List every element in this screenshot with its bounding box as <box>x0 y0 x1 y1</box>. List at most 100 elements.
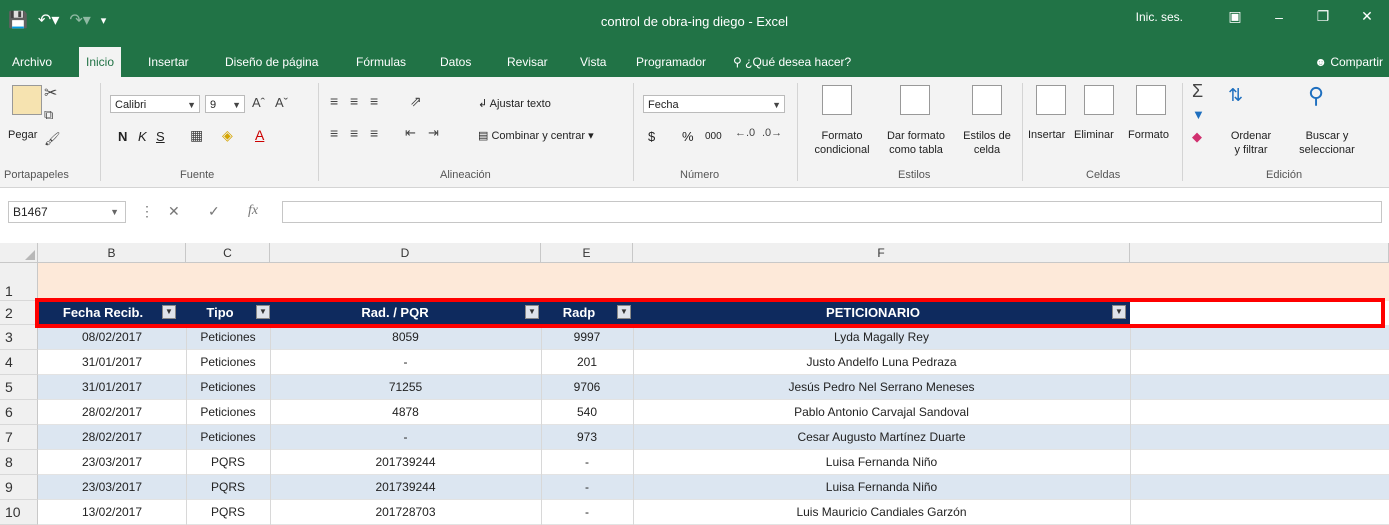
close-icon[interactable]: ✕ <box>1345 8 1389 25</box>
cancel-icon[interactable]: ✕ <box>168 203 180 220</box>
conditional-format-button[interactable]: Formato condicional <box>810 129 874 157</box>
increase-indent-icon[interactable]: ⇥ <box>428 125 439 141</box>
paste-icon[interactable] <box>12 85 42 115</box>
orientation-icon[interactable]: ⇗ <box>410 93 422 110</box>
tell-me-search[interactable]: ⚲ ¿Qué desea hacer? <box>733 47 851 77</box>
row-header[interactable]: 4 <box>0 350 38 375</box>
table-cell[interactable]: 4878 <box>270 400 541 425</box>
wrap-text-button[interactable]: ↲ Ajustar texto <box>478 97 551 110</box>
sign-in-link[interactable]: Inic. ses. <box>1136 10 1183 24</box>
tab-archivo[interactable]: Archivo <box>12 47 52 77</box>
tab-revisar[interactable]: Revisar <box>507 47 548 77</box>
table-cell[interactable]: Luisa Fernanda Niño <box>633 450 1130 475</box>
table-cell[interactable]: 31/01/2017 <box>38 375 186 400</box>
table-cell[interactable]: 08/02/2017 <box>38 325 186 350</box>
table-cell[interactable]: Peticiones <box>186 325 270 350</box>
sort-filter-icon[interactable]: ⇅ <box>1228 85 1243 106</box>
name-box[interactable]: B1467 ▼ <box>8 201 126 223</box>
currency-button[interactable]: $ <box>648 129 655 144</box>
table-cell[interactable]: 71255 <box>270 375 541 400</box>
paste-button[interactable]: Pegar <box>8 129 37 141</box>
borders-icon[interactable]: ▦ <box>190 127 203 144</box>
table-cell[interactable]: 201739244 <box>270 475 541 500</box>
find-icon[interactable]: ⚲ <box>1308 83 1324 109</box>
table-row[interactable]: 23/03/2017 PQRS 201739244- Luisa Fernanda N… <box>38 475 1389 500</box>
table-row[interactable]: 28/02/2017 Peticiones -973 Cesar Augusto Ma… <box>38 425 1389 450</box>
table-cell[interactable]: Peticiones <box>186 375 270 400</box>
table-cell[interactable]: 9997 <box>541 325 633 350</box>
format-cells-icon[interactable] <box>1136 85 1166 115</box>
table-row[interactable]: 31/01/2017 Peticiones -201 Justo Andelfo Lu… <box>38 350 1389 375</box>
row-header[interactable]: 5 <box>0 375 38 400</box>
table-cell[interactable]: Luisa Fernanda Niño <box>633 475 1130 500</box>
ribbon-display-icon[interactable]: ▣ <box>1213 8 1257 25</box>
table-cell[interactable]: 31/01/2017 <box>38 350 186 375</box>
cell-styles-icon[interactable] <box>972 85 1002 115</box>
shrink-font-icon[interactable]: Aˇ <box>275 95 288 110</box>
minimize-icon[interactable]: – <box>1257 9 1301 25</box>
table-cell[interactable]: 28/02/2017 <box>38 425 186 450</box>
tab-inicio[interactable]: Inicio <box>79 47 122 78</box>
table-cell[interactable]: Pablo Antonio Carvajal Sandoval <box>633 400 1130 425</box>
column-header-b[interactable]: B <box>38 243 186 263</box>
tab-vista[interactable]: Vista <box>580 47 606 77</box>
table-row[interactable]: 08/02/2017 Peticiones 8059 9997 Lyda Magally… <box>38 325 1389 350</box>
column-header-e[interactable]: E <box>541 243 633 263</box>
enter-icon[interactable]: ✓ <box>208 203 220 220</box>
row-header[interactable]: 3 <box>0 325 38 350</box>
tab-formulas[interactable]: Fórmulas <box>356 47 406 77</box>
copy-icon[interactable]: ⧉ <box>44 107 53 123</box>
clear-icon[interactable]: ◆ <box>1192 129 1202 145</box>
row-header[interactable]: 2 <box>0 301 38 325</box>
find-select-button[interactable]: Buscar y seleccionar <box>1292 129 1362 157</box>
row-header[interactable]: 10 <box>0 500 38 525</box>
delete-cells-icon[interactable] <box>1084 85 1114 115</box>
align-bottom-icon[interactable]: ≡ <box>370 93 378 109</box>
table-cell[interactable]: - <box>541 500 633 525</box>
align-center-icon[interactable]: ≡ <box>350 125 358 141</box>
thousands-button[interactable]: 000 <box>705 131 722 142</box>
cell-styles-button[interactable]: Estilos de celda <box>956 129 1018 157</box>
merge-center-button[interactable]: ▤ Combinar y centrar ▾ <box>478 129 594 142</box>
title-row-band[interactable] <box>38 263 1389 301</box>
row-header[interactable]: 6 <box>0 400 38 425</box>
table-cell[interactable]: 9706 <box>541 375 633 400</box>
table-cell[interactable]: Justo Andelfo Luna Pedraza <box>633 350 1130 375</box>
table-cell[interactable]: 8059 <box>270 325 541 350</box>
table-cell[interactable]: 23/03/2017 <box>38 475 186 500</box>
row-header[interactable]: 1 <box>0 263 38 301</box>
table-cell[interactable]: Lyda Magally Rey <box>633 325 1130 350</box>
format-cells-button[interactable]: Formato <box>1128 129 1169 141</box>
table-cell[interactable]: 973 <box>541 425 633 450</box>
tab-insertar[interactable]: Insertar <box>148 47 189 77</box>
table-cell[interactable]: Cesar Augusto Martínez Duarte <box>633 425 1130 450</box>
table-cell[interactable]: - <box>541 475 633 500</box>
table-cell[interactable]: 540 <box>541 400 633 425</box>
italic-button[interactable]: K <box>138 129 147 144</box>
table-cell[interactable]: PQRS <box>186 500 270 525</box>
delete-cells-button[interactable]: Eliminar <box>1074 129 1114 141</box>
restore-icon[interactable]: ❐ <box>1301 8 1345 25</box>
percent-button[interactable]: % <box>682 129 694 144</box>
fill-color-icon[interactable]: ◈ <box>222 127 233 144</box>
row-header[interactable]: 8 <box>0 450 38 475</box>
font-name-combo[interactable]: Calibri ▼ <box>110 95 200 113</box>
table-cell[interactable]: Jesús Pedro Nel Serrano Meneses <box>633 375 1130 400</box>
format-as-table-button[interactable]: Dar formato como tabla <box>880 129 952 157</box>
table-cell[interactable]: 201 <box>541 350 633 375</box>
table-cell[interactable]: 23/03/2017 <box>38 450 186 475</box>
table-row[interactable]: 23/03/2017 PQRS 201739244- Luisa Fernanda N… <box>38 450 1389 475</box>
column-header-c[interactable]: C <box>186 243 270 263</box>
table-cell[interactable]: - <box>541 450 633 475</box>
table-cell[interactable]: Peticiones <box>186 350 270 375</box>
insert-cells-icon[interactable] <box>1036 85 1066 115</box>
insert-function-icon[interactable]: fx <box>248 203 258 219</box>
autosum-icon[interactable]: Σ <box>1192 81 1203 102</box>
column-header-g[interactable] <box>1130 243 1389 263</box>
row-header[interactable]: 9 <box>0 475 38 500</box>
row-header[interactable]: 7 <box>0 425 38 450</box>
font-color-icon[interactable]: A <box>255 127 264 143</box>
fill-icon[interactable]: ▼ <box>1192 107 1205 122</box>
increase-decimal-icon[interactable]: ←.0 <box>735 127 755 139</box>
table-cell[interactable]: 201728703 <box>270 500 541 525</box>
